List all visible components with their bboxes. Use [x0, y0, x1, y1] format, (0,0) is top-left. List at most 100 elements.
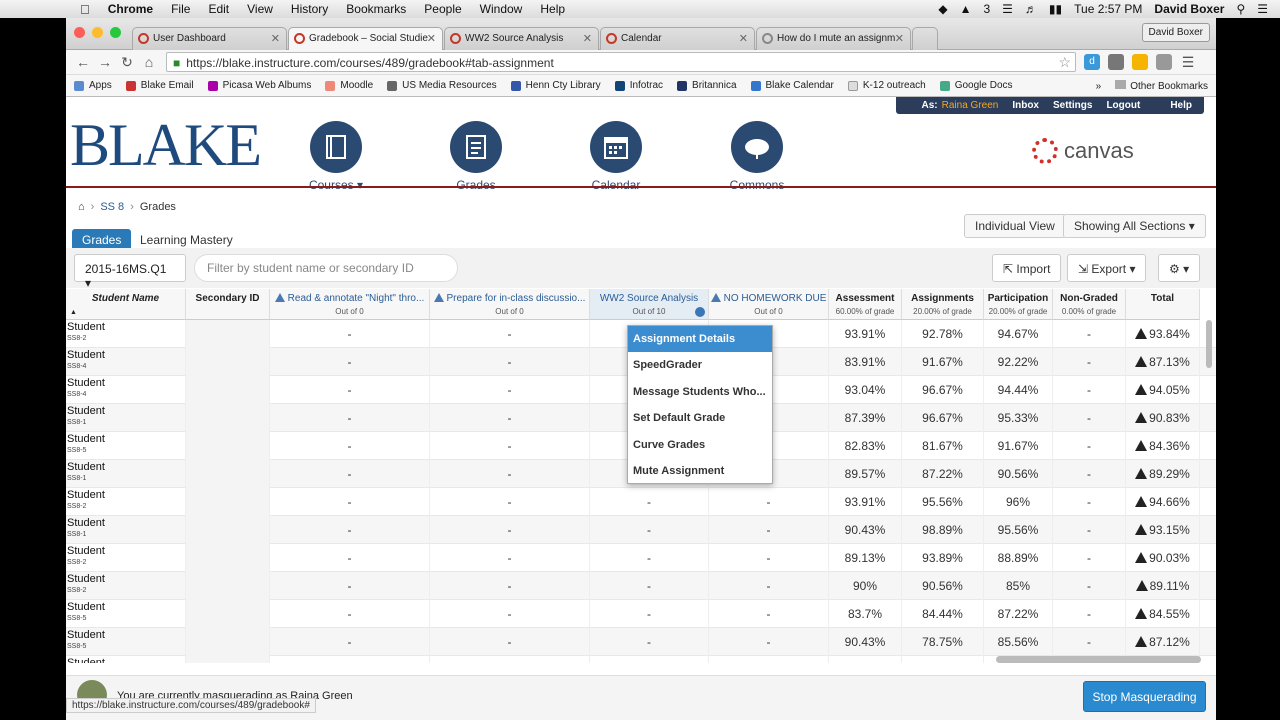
section-filter-button[interactable]: Showing All Sections ▾ [1063, 214, 1206, 238]
gradebook-settings-button[interactable]: ⚙ ▾ [1158, 254, 1201, 282]
student-cell[interactable]: Student SS8-5 [66, 628, 186, 656]
col-secondary-id-header[interactable]: Secondary ID [186, 289, 270, 320]
read-annotate-cell[interactable]: - [270, 488, 430, 516]
student-name[interactable]: Student [67, 602, 185, 613]
read-annotate-cell[interactable]: - [270, 628, 430, 656]
menu-speedgrader[interactable]: SpeedGrader [628, 352, 772, 378]
vertical-scrollbar[interactable] [1206, 320, 1212, 368]
menu-help[interactable]: Help [540, 2, 565, 16]
read-annotate-cell[interactable]: - [270, 572, 430, 600]
nav-courses[interactable]: Courses ▾ [286, 121, 386, 192]
reload-icon[interactable]: ↻ [116, 54, 138, 71]
student-name[interactable]: Student [67, 378, 185, 389]
new-tab-button[interactable] [912, 27, 938, 50]
student-cell[interactable]: Student SS8-4 [66, 348, 186, 376]
bookmark-infotrac[interactable]: Infotrac [614, 80, 663, 91]
extension-eyedropper-icon[interactable] [1108, 54, 1124, 70]
student-name[interactable]: Student [67, 490, 185, 501]
menu-curve-grades[interactable]: Curve Grades [628, 432, 772, 458]
masquerade-name[interactable]: Raina Green [942, 100, 999, 111]
student-cell[interactable]: Student SS8-1 [66, 460, 186, 488]
bookmark-us-media[interactable]: US Media Resources [387, 80, 497, 91]
read-annotate-cell[interactable]: - [270, 600, 430, 628]
student-name[interactable]: Student [67, 546, 185, 557]
chrome-menu-icon[interactable]: ☰ [1180, 54, 1196, 70]
read-annotate-cell[interactable]: - [270, 404, 430, 432]
address-bar[interactable]: ■ https://blake.instructure.com/courses/4… [166, 52, 1076, 72]
col-read-annotate-header[interactable]: Read & annotate "Night" thro... Out of 0 [270, 289, 430, 320]
bookmark-apps[interactable]: Apps [74, 80, 112, 91]
tab-ww2-source-analysis[interactable]: WW2 Source Analysis ✕ [444, 27, 599, 50]
student-cell[interactable]: Student [66, 656, 186, 663]
prepare-discussion-cell[interactable]: - [430, 320, 590, 348]
tab-how-do-i-mute[interactable]: How do I mute an assignm ✕ [756, 27, 911, 50]
col-ww2-source-analysis-header[interactable]: WW2 Source Analysis Out of 10 [590, 289, 709, 320]
student-name[interactable]: Student [67, 574, 185, 585]
close-tab-icon[interactable]: ✕ [583, 32, 592, 45]
settings-link[interactable]: Settings [1053, 100, 1092, 111]
read-annotate-cell[interactable]: - [270, 544, 430, 572]
more-bookmarks-chevron-icon[interactable]: » [1096, 81, 1102, 92]
zoom-window-button[interactable] [110, 27, 121, 38]
menu-view[interactable]: View [247, 2, 273, 16]
menu-assignment-details[interactable]: Assignment Details [628, 326, 772, 353]
notification-icon[interactable]: ▲ [960, 2, 972, 16]
read-annotate-cell[interactable]: - [270, 460, 430, 488]
table-row[interactable]: Student SS8-5 - - - - 90.43% 78.75% 85.56% - 87.12… [66, 628, 1216, 656]
menu-people[interactable]: People [424, 2, 461, 16]
forward-icon[interactable]: → [94, 54, 116, 70]
ww2-source-analysis-cell[interactable]: - [590, 600, 709, 628]
home-icon[interactable]: ⌂ [138, 54, 160, 70]
home-icon[interactable]: ⌂ [78, 201, 85, 213]
prepare-discussion-cell[interactable]: - [430, 460, 590, 488]
student-name[interactable]: Student [67, 462, 185, 473]
student-filter-input[interactable] [194, 254, 458, 282]
tab-user-dashboard[interactable]: User Dashboard ✕ [132, 27, 287, 50]
col-total-header[interactable]: Total [1126, 289, 1200, 320]
battery-icon[interactable]: ▮▮ [1049, 2, 1062, 16]
student-cell[interactable]: Student SS8-2 [66, 544, 186, 572]
col-participation-header[interactable]: Participation 20.00% of grade [984, 289, 1053, 320]
table-row[interactable]: Student SS8-1 - - - - 90.43% 98.89% 95.56% - 93.15… [66, 516, 1216, 544]
student-name[interactable]: Student [67, 434, 185, 445]
close-tab-icon[interactable]: ✕ [739, 32, 748, 45]
menu-history[interactable]: History [291, 2, 328, 16]
col-assessment-header[interactable]: Assessment 60.00% of grade [829, 289, 902, 320]
assignment-options-icon[interactable] [695, 307, 705, 317]
close-window-button[interactable] [74, 27, 85, 38]
col-prepare-discussion-header[interactable]: Prepare for in-class discussio... Out of … [430, 289, 590, 320]
menu-file[interactable]: File [171, 2, 190, 16]
no-homework-due-cell[interactable]: - [709, 628, 829, 656]
nav-commons[interactable]: Commons [707, 121, 807, 192]
ww2-source-analysis-cell[interactable]: - [590, 544, 709, 572]
ww2-source-analysis-cell[interactable]: - [590, 488, 709, 516]
menubar-user[interactable]: David Boxer [1154, 2, 1224, 16]
menu-bookmarks[interactable]: Bookmarks [346, 2, 406, 16]
ww2-source-analysis-cell[interactable]: - [590, 572, 709, 600]
student-name[interactable]: Student [67, 630, 185, 641]
prepare-discussion-cell[interactable]: - [430, 348, 590, 376]
student-cell[interactable]: Student SS8-5 [66, 600, 186, 628]
other-bookmarks[interactable]: » Other Bookmarks [1096, 80, 1208, 92]
prepare-discussion-cell[interactable]: - [430, 600, 590, 628]
close-tab-icon[interactable]: ✕ [271, 32, 280, 45]
col-student-name-header[interactable]: Student Name ▲ [66, 289, 186, 320]
no-homework-due-cell[interactable]: - [709, 488, 829, 516]
back-icon[interactable]: ← [72, 54, 94, 70]
no-homework-due-cell[interactable]: - [709, 600, 829, 628]
read-annotate-cell[interactable]: - [270, 348, 430, 376]
nav-grades[interactable]: Grades [426, 121, 526, 192]
bookmark-moodle[interactable]: Moodle [325, 80, 373, 91]
prepare-discussion-cell[interactable]: - [430, 488, 590, 516]
student-cell[interactable]: Student SS8-2 [66, 488, 186, 516]
volume-icon[interactable]: ♬ [1025, 2, 1037, 16]
student-name[interactable]: Student [67, 658, 185, 664]
dropbox-icon[interactable]: ◆ [938, 2, 947, 16]
student-name[interactable]: Student [67, 406, 185, 417]
no-homework-due-cell[interactable]: - [709, 516, 829, 544]
prepare-discussion-cell[interactable]: - [430, 572, 590, 600]
table-row[interactable]: Student SS8-5 - - - - 83.7% 84.44% 87.22% - 84.55% [66, 600, 1216, 628]
prepare-discussion-cell[interactable]: - [430, 516, 590, 544]
read-annotate-cell[interactable]: - [270, 432, 430, 460]
menu-app-name[interactable]: Chrome [108, 2, 153, 16]
